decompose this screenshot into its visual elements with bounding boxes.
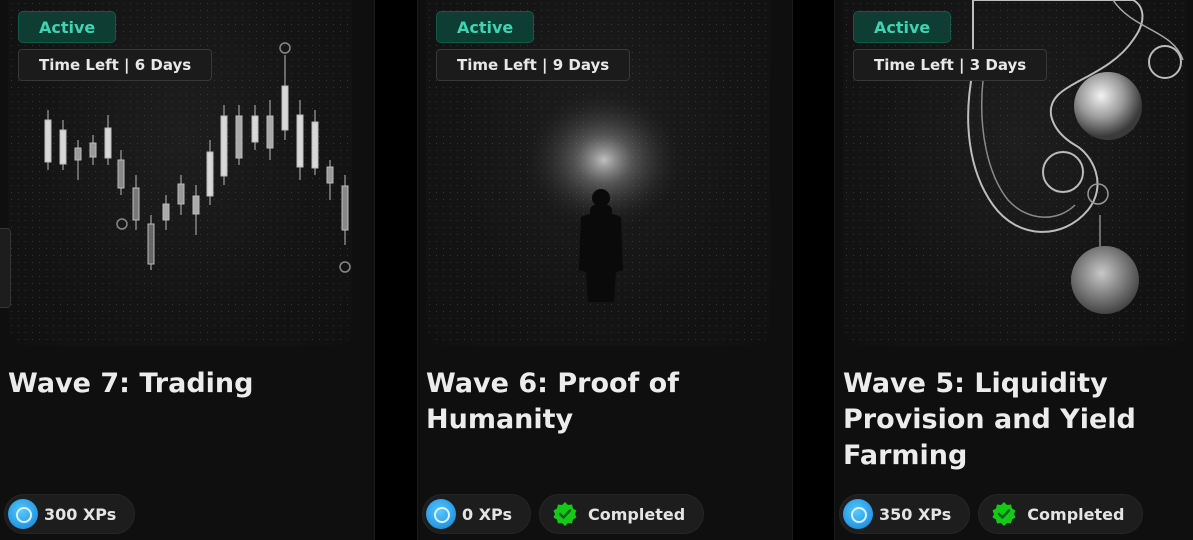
- wave-card-6[interactable]: Active Time Left | 9 Days Wave 6: Proof …: [417, 0, 793, 540]
- xp-pill: 300 XPs: [4, 494, 136, 534]
- xp-pill: 350 XPs: [839, 494, 971, 534]
- xp-coin-icon: [843, 499, 873, 529]
- completed-pill: Completed: [539, 494, 705, 534]
- card-image-humanity: Active Time Left | 9 Days: [426, 0, 770, 346]
- check-badge-icon: [991, 501, 1017, 527]
- completed-label: Completed: [1027, 504, 1125, 524]
- xp-coin-icon: [426, 499, 456, 529]
- card-image-trading: Active Time Left | 6 Days: [8, 0, 352, 346]
- completed-pill: Completed: [978, 494, 1144, 534]
- xp-coin-icon: [8, 499, 38, 529]
- time-left-badge: Time Left | 3 Days: [853, 49, 1048, 81]
- status-badge: Active: [853, 11, 952, 43]
- check-badge-icon: [552, 501, 578, 527]
- card-image-liquidity: Active Time Left | 3 Days: [843, 0, 1187, 346]
- xp-pill: 0 XPs: [422, 494, 532, 534]
- xp-label: 300 XPs: [44, 504, 117, 524]
- card-footer: 300 XPs: [4, 494, 136, 534]
- card-footer: 0 XPs Completed: [422, 494, 705, 534]
- wave-card-7[interactable]: Active Time Left | 6 Days Wave 7: Tradin…: [0, 0, 375, 540]
- card-footer: 350 XPs Completed: [839, 494, 1144, 534]
- card-title[interactable]: Wave 7: Trading: [8, 366, 338, 402]
- completed-label: Completed: [588, 504, 686, 524]
- time-left-badge: Time Left | 9 Days: [436, 49, 631, 81]
- xp-label: 0 XPs: [462, 504, 513, 524]
- xp-label: 350 XPs: [879, 504, 952, 524]
- card-title[interactable]: Wave 6: Proof of Humanity: [426, 366, 756, 438]
- time-left-badge: Time Left | 6 Days: [18, 49, 213, 81]
- wave-card-5[interactable]: Active Time Left | 3 Days Wave 5: Liquid…: [834, 0, 1193, 540]
- card-title[interactable]: Wave 5: Liquidity Provision and Yield Fa…: [843, 366, 1163, 474]
- status-badge: Active: [18, 11, 117, 43]
- scroll-handle[interactable]: [0, 228, 11, 308]
- status-badge: Active: [436, 11, 535, 43]
